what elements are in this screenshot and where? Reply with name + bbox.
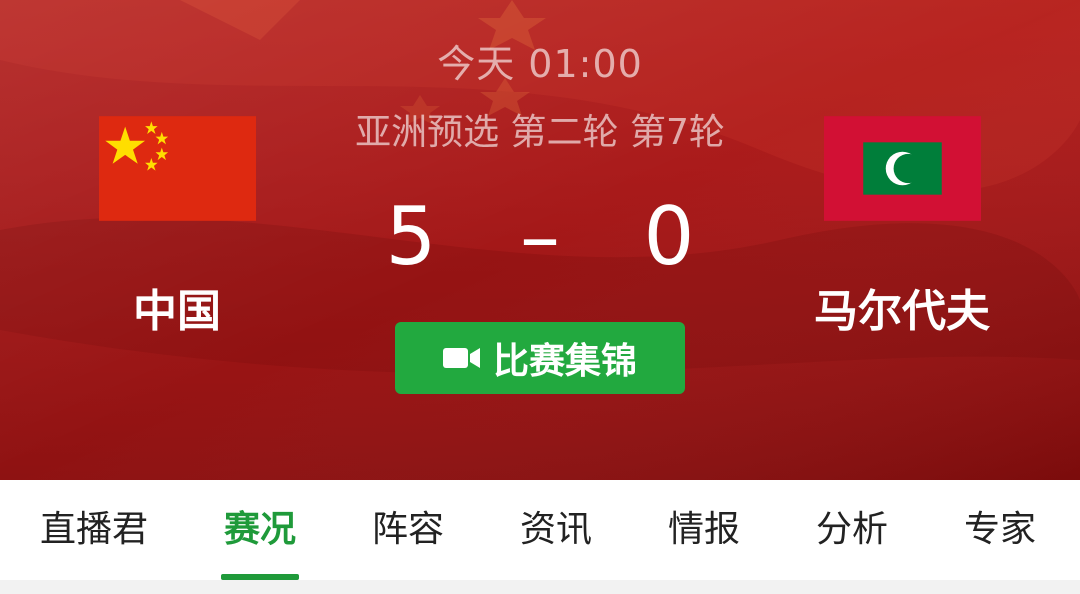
content-divider	[0, 580, 1080, 594]
china-flag-icon	[99, 116, 256, 221]
home-score: 5	[385, 190, 437, 283]
away-team-name: 马尔代夫	[814, 286, 990, 337]
tab-bar: 直播君 赛况 阵容 资讯 情报 分析 专家	[0, 480, 1080, 580]
tab-match-status[interactable]: 赛况	[186, 480, 334, 580]
match-time: 今天 01:00	[437, 42, 643, 86]
highlights-button[interactable]: 比赛集锦	[395, 322, 685, 394]
maldives-flag-icon	[824, 116, 981, 221]
home-team-name: 中国	[133, 286, 221, 337]
score-separator: –	[520, 190, 560, 283]
tab-analysis[interactable]: 分析	[778, 480, 926, 580]
tab-experts[interactable]: 专家	[926, 480, 1074, 580]
away-score: 0	[643, 190, 695, 283]
tab-lineup[interactable]: 阵容	[334, 480, 482, 580]
match-header: 今天 01:00 亚洲预选 第二轮 第7轮 中国 马尔代夫 5 – 0 比赛集锦	[0, 0, 1080, 480]
tab-intel[interactable]: 情报	[630, 480, 778, 580]
tab-news[interactable]: 资讯	[482, 480, 630, 580]
video-camera-icon	[442, 348, 480, 368]
highlights-label: 比赛集锦	[492, 341, 637, 382]
tab-live[interactable]: 直播君	[20, 480, 168, 580]
